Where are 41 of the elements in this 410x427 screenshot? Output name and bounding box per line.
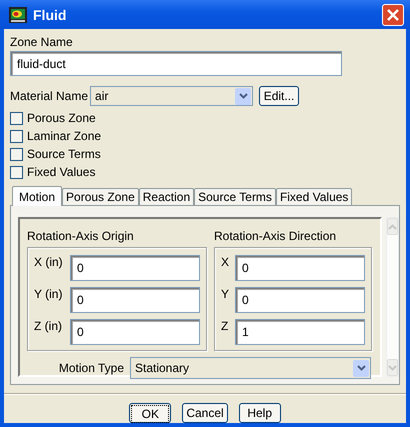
tab[interactable]: Source Terms (194, 188, 276, 205)
zone-name-field[interactable]: fluid-duct (10, 51, 342, 76)
dialog-button[interactable]: Help (238, 403, 281, 423)
checkbox-label: Source Terms (27, 147, 101, 161)
tab[interactable]: Motion (12, 186, 62, 206)
number-field[interactable]: 1 (235, 319, 365, 345)
tab[interactable]: Reaction (138, 188, 194, 205)
material-dropdown[interactable]: air (90, 86, 254, 106)
tab[interactable]: Fixed Values (276, 188, 352, 205)
motion-type-label: Motion Type (58, 361, 124, 375)
checkbox-label: Porous Zone (27, 111, 96, 125)
dialog-button[interactable]: Cancel (182, 403, 228, 423)
number-field[interactable]: 0 (235, 287, 365, 313)
zone-name-label: Zone Name (10, 35, 74, 49)
number-field[interactable]: 0 (70, 287, 200, 313)
field-label: Z (221, 319, 230, 333)
dialog-button[interactable]: OK (129, 403, 172, 423)
checkbox-label: Fixed Values (27, 165, 96, 179)
checkbox[interactable] (10, 166, 23, 178)
field-label: Z (in) (34, 319, 63, 333)
checkbox[interactable] (10, 148, 23, 160)
edit-button[interactable]: Edit... (259, 86, 300, 106)
close-button[interactable] (382, 4, 404, 26)
close-icon (387, 8, 399, 20)
group-title: Rotation-Axis Direction (214, 229, 338, 245)
field-label: Y (in) (34, 287, 64, 301)
contour-plot-icon (9, 6, 27, 22)
field-label: X (221, 255, 230, 269)
number-field[interactable]: 0 (70, 255, 200, 281)
number-field[interactable]: 0 (70, 319, 200, 345)
checkbox[interactable] (10, 130, 23, 142)
tab[interactable]: Porous Zone (62, 188, 139, 205)
motion-type-dropdown[interactable]: Stationary (130, 357, 371, 379)
group-title: Rotation-Axis Origin (27, 229, 135, 245)
checkbox[interactable] (10, 112, 23, 124)
material-name-label: Material Name (10, 89, 88, 103)
number-field[interactable]: 0 (235, 255, 365, 281)
checkbox-label: Laminar Zone (27, 129, 102, 143)
window-title: Fluid (33, 6, 68, 22)
field-label: Y (221, 287, 230, 301)
field-label: X (in) (34, 255, 64, 269)
